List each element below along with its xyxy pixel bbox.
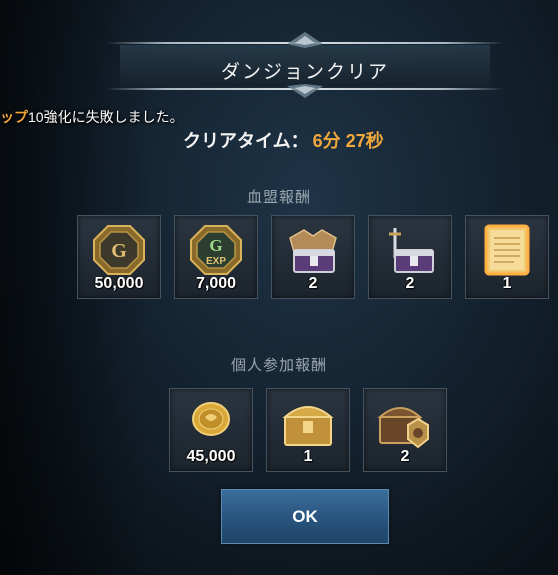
- crest-chest-icon: [377, 407, 429, 449]
- notice-highlight: ップ: [0, 109, 28, 125]
- ok-button[interactable]: OK: [221, 489, 389, 544]
- reward-slot[interactable]: 2: [271, 215, 355, 299]
- title-banner: ダンジョンクリア: [100, 28, 510, 102]
- exp-coin-icon: G EXP: [190, 225, 242, 275]
- notice-text: 10強化に失敗しました。: [28, 109, 184, 125]
- golden-chest-icon: [282, 406, 334, 446]
- reward-quantity: 1: [303, 448, 313, 465]
- reward-slot[interactable]: 1: [465, 215, 549, 299]
- personal-rewards-title: 個人参加報酬: [230, 357, 327, 374]
- reward-slot[interactable]: G EXP 7,000: [174, 215, 258, 299]
- reward-quantity: 2: [308, 275, 318, 292]
- svg-text:G: G: [111, 240, 127, 262]
- reward-quantity: 2: [400, 448, 410, 465]
- reward-quantity: 1: [502, 275, 512, 292]
- reward-slot[interactable]: G 50,000: [77, 215, 161, 299]
- clear-time-label: クリアタイム：: [183, 131, 309, 151]
- reward-quantity: 7,000: [195, 275, 237, 292]
- guild-rewards-row: G 50,000 G EXP 7,000 2 2 1: [77, 215, 549, 299]
- reward-slot[interactable]: 1: [266, 388, 350, 472]
- reward-quantity: 50,000: [94, 275, 144, 292]
- dialog-title: ダンジョンクリア: [220, 62, 389, 83]
- clear-time: クリアタイム： 6分 27秒: [183, 127, 384, 153]
- clear-time-value: 6分 27秒: [312, 131, 384, 151]
- gold-coin-g-icon: G: [93, 225, 145, 275]
- reward-slot[interactable]: 2: [363, 388, 447, 472]
- armor-chest-icon: [289, 229, 337, 273]
- reward-slot[interactable]: 2: [368, 215, 452, 299]
- guild-rewards-title: 血盟報酬: [246, 189, 311, 206]
- personal-rewards-row: 45,000 1 2: [169, 388, 447, 472]
- reward-quantity: 2: [405, 275, 415, 292]
- scroll-icon: [484, 224, 530, 276]
- weapon-chest-icon: [389, 228, 434, 273]
- reward-slot[interactable]: 45,000: [169, 388, 253, 472]
- system-notice: ップ10強化に失敗しました。: [0, 107, 184, 127]
- gold-coin-icon: [192, 402, 230, 436]
- reward-quantity: 45,000: [186, 448, 236, 465]
- svg-text:EXP: EXP: [206, 256, 226, 267]
- svg-text:G: G: [209, 236, 222, 255]
